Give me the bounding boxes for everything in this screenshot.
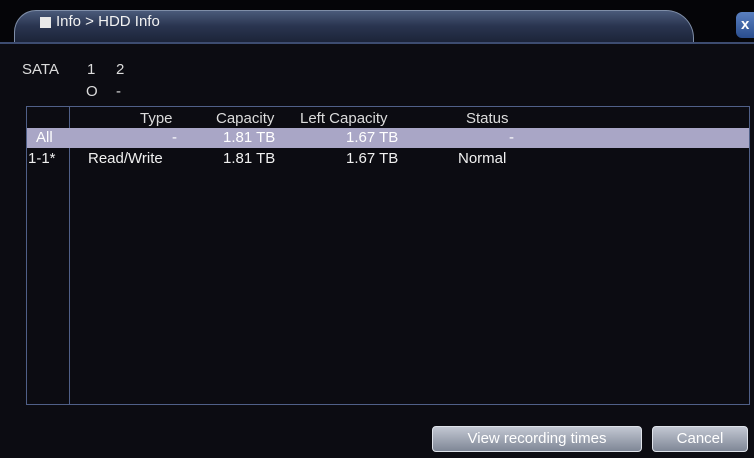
type-cell: -: [172, 129, 177, 146]
column-header-type: Type: [140, 110, 173, 127]
sata-port-number: 2: [116, 61, 125, 78]
left-capacity-cell: 1.67 TB: [346, 150, 399, 167]
type-cell: Read/Write: [88, 150, 163, 167]
column-header-capacity: Capacity: [216, 110, 275, 127]
capacity-cell: 1.81 TB: [223, 150, 276, 167]
sata-port-state: O: [86, 83, 98, 100]
row-id-cell: All: [36, 129, 53, 146]
menu-square-icon: [40, 17, 51, 28]
sata-port-number: 1: [87, 61, 96, 78]
row-id-cell: 1-1*: [28, 150, 56, 167]
column-header-left-capacity: Left Capacity: [300, 110, 388, 127]
hdd-info-window: Info > HDD Info x SATA 1 2 O - Type Capa…: [0, 0, 754, 458]
capacity-cell: 1.81 TB: [223, 129, 276, 146]
sata-label: SATA: [22, 61, 59, 78]
status-cell: Normal: [458, 150, 507, 167]
title-bar: Info > HDD Info x: [0, 0, 754, 44]
close-button[interactable]: x: [736, 12, 754, 38]
left-capacity-cell: 1.67 TB: [346, 129, 399, 146]
cancel-button[interactable]: Cancel: [652, 426, 748, 452]
sata-port-state: -: [116, 83, 121, 100]
status-cell: -: [509, 129, 514, 146]
title-divider: [0, 42, 754, 44]
column-header-status: Status: [466, 110, 509, 127]
view-recording-times-button[interactable]: View recording times: [432, 426, 642, 452]
breadcrumb: Info > HDD Info: [56, 13, 160, 30]
